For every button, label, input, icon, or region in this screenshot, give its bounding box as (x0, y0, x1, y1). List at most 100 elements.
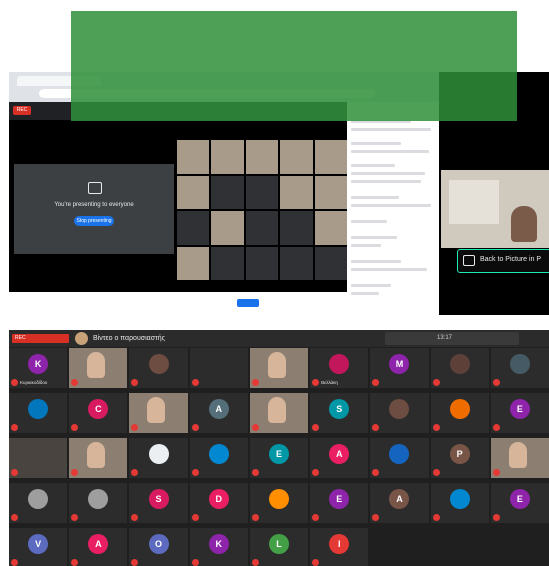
participant-avatar (329, 354, 350, 374)
muted-mic-icon (312, 379, 320, 386)
present-now-button[interactable] (237, 299, 259, 307)
participant-tile[interactable] (69, 483, 128, 523)
participant-tile[interactable] (370, 438, 429, 478)
participant-tile[interactable] (314, 140, 347, 174)
participant-avatar: O (148, 534, 169, 554)
zoom-title: Βίντεο ο παρουσιαστής (93, 335, 166, 342)
muted-mic-icon (71, 424, 79, 431)
muted-mic-icon (11, 559, 18, 566)
participant-tile[interactable]: A (189, 393, 248, 433)
participant-tile[interactable] (280, 246, 313, 280)
participant-tile[interactable]: Βελλάκη (310, 348, 369, 388)
participant-tile[interactable] (9, 483, 68, 523)
chat-line (351, 164, 395, 167)
muted-mic-icon (432, 424, 440, 431)
participant-tile[interactable] (314, 211, 347, 245)
participant-tile[interactable]: P (430, 438, 489, 478)
participant-tile[interactable] (211, 246, 244, 280)
participant-tile[interactable] (249, 483, 309, 523)
chat-line (351, 220, 387, 223)
participant-avatar: E (329, 489, 350, 509)
chat-line (351, 236, 397, 239)
participant-avatar: K (208, 534, 229, 554)
participant-avatar: A (208, 399, 229, 419)
participant-tile[interactable] (249, 393, 309, 433)
participant-tile[interactable]: I (310, 528, 369, 566)
participant-tile[interactable] (490, 348, 549, 388)
participant-tile[interactable] (249, 348, 309, 388)
participant-tile[interactable] (314, 175, 347, 209)
participant-tile[interactable]: M (370, 348, 429, 388)
clock: 13:17 (437, 335, 453, 341)
participant-tile[interactable] (177, 175, 210, 209)
participant-avatar: A (329, 444, 350, 464)
participant-tile[interactable]: E (490, 483, 549, 523)
participant-tile[interactable]: A (310, 438, 369, 478)
stop-presenting-button[interactable]: Stop presenting (74, 216, 114, 226)
participant-tile[interactable] (9, 438, 68, 478)
participant-video (267, 352, 286, 378)
chat-line (351, 260, 401, 263)
participant-tile[interactable] (280, 211, 313, 245)
participant-tile[interactable] (129, 393, 188, 433)
participant-tile[interactable]: S (129, 483, 188, 523)
participant-tile[interactable] (69, 438, 128, 478)
participant-avatar: C (88, 399, 109, 419)
participant-tile[interactable] (430, 483, 489, 523)
zoom-header: REC Βίντεο ο παρουσιαστής 13:17 (9, 330, 549, 347)
muted-mic-icon (372, 469, 380, 476)
participant-tile[interactable]: A (69, 528, 128, 566)
participant-tile[interactable]: E (490, 393, 549, 433)
participant-tile[interactable]: C (69, 393, 128, 433)
participant-video (508, 442, 527, 468)
participant-tile[interactable] (9, 393, 68, 433)
participant-tile[interactable] (211, 175, 244, 209)
participant-tile[interactable] (490, 438, 549, 478)
participant-tile[interactable] (430, 393, 489, 433)
participant-tile[interactable] (280, 175, 313, 209)
participant-tile[interactable] (177, 211, 210, 245)
participant-tile[interactable] (245, 246, 279, 280)
participant-tile[interactable] (370, 393, 429, 433)
participant-avatar (28, 399, 49, 419)
participant-avatar: I (329, 534, 350, 554)
participant-tile[interactable] (245, 211, 279, 245)
muted-mic-icon (131, 424, 139, 431)
participant-tile[interactable] (430, 348, 489, 388)
presenter-avatar (75, 332, 88, 345)
participant-tile[interactable]: E (310, 483, 369, 523)
muted-mic-icon (492, 379, 500, 386)
participant-tile[interactable]: K Κυριακοδίδου (9, 348, 68, 388)
participant-tile[interactable] (189, 438, 248, 478)
participant-tile[interactable]: V (9, 528, 68, 566)
participant-tile[interactable] (245, 175, 279, 209)
participant-avatar: E (268, 444, 289, 464)
presenting-panel: You're presenting to everyone Stop prese… (14, 164, 174, 254)
participant-tile[interactable]: E (249, 438, 309, 478)
participant-tile[interactable] (211, 140, 244, 174)
participant-tile[interactable] (69, 348, 128, 388)
participant-tile[interactable] (129, 438, 188, 478)
muted-mic-icon (71, 379, 79, 386)
participant-tile[interactable]: D (189, 483, 248, 523)
participant-tile[interactable]: O (129, 528, 188, 566)
participant-tile[interactable] (245, 140, 279, 174)
status-area: 13:17 (385, 332, 519, 345)
participant-tile[interactable] (177, 246, 210, 280)
participant-tile[interactable] (280, 140, 313, 174)
chat-line (351, 196, 399, 199)
muted-mic-icon (372, 424, 380, 431)
participant-tile[interactable]: S (310, 393, 369, 433)
participant-avatar (449, 489, 470, 509)
participant-tile[interactable]: L (249, 528, 309, 566)
participant-avatar (148, 444, 169, 464)
participant-tile[interactable] (177, 140, 210, 174)
participant-tile[interactable] (189, 348, 248, 388)
back-to-pip-button[interactable]: Back to Picture in P (457, 249, 549, 273)
participant-tile[interactable] (314, 246, 347, 280)
participant-avatar: V (28, 534, 49, 554)
participant-tile[interactable]: A (370, 483, 429, 523)
participant-tile[interactable]: K (189, 528, 248, 566)
participant-tile[interactable] (211, 211, 244, 245)
participant-tile[interactable] (129, 348, 188, 388)
